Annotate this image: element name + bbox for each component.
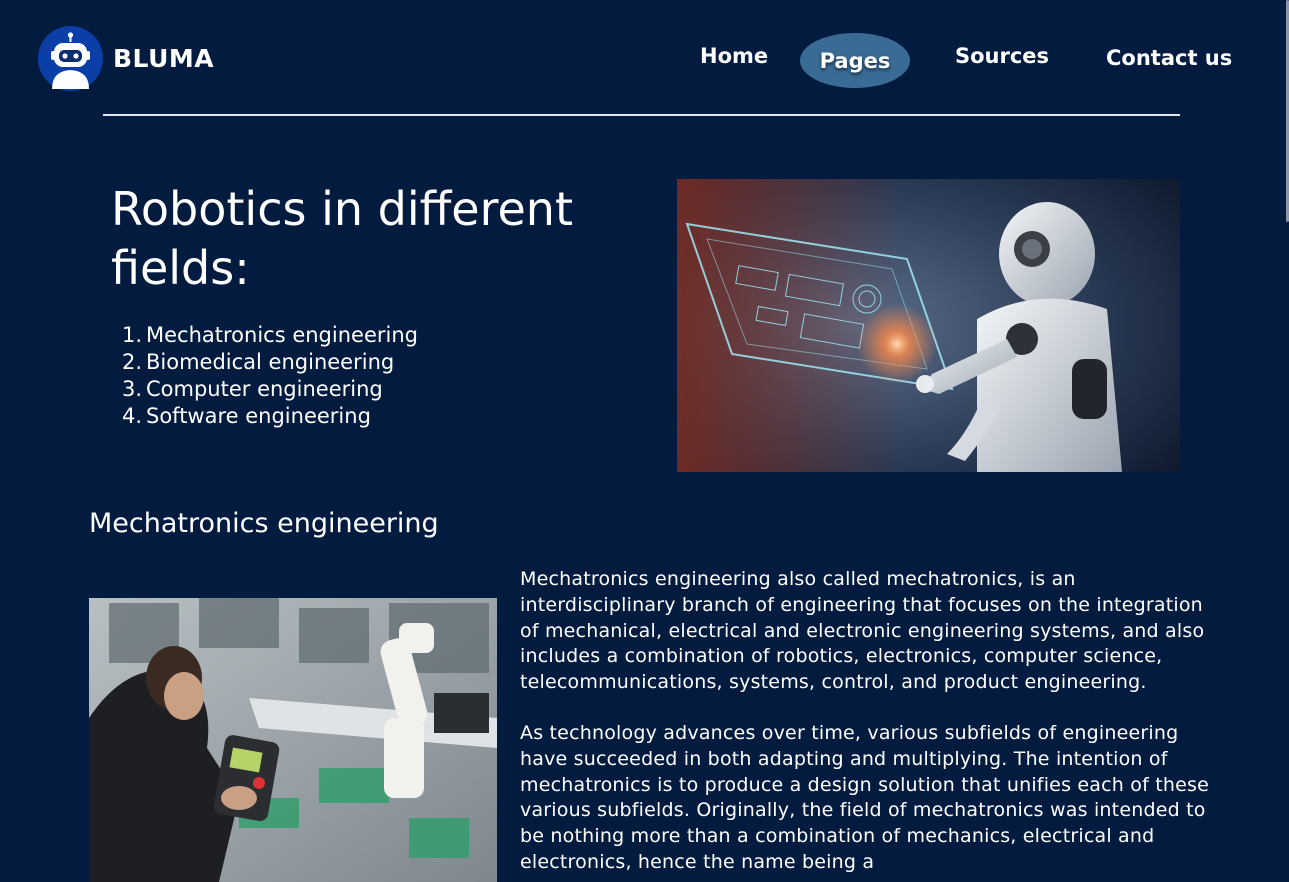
nav-contact-link[interactable]: Contact us	[1106, 46, 1232, 70]
nav-sources-link[interactable]: Sources	[955, 44, 1049, 68]
list-number: 3.	[122, 377, 143, 401]
list-number: 4.	[122, 404, 143, 428]
brand-name[interactable]: BLUMA	[113, 44, 214, 73]
nav-home-link[interactable]: Home	[700, 44, 768, 68]
hero-title: Robotics in different fields:	[111, 182, 573, 295]
list-item: 1. Mechatronics engineering	[122, 322, 418, 349]
nav-pages-link[interactable]: Pages	[800, 33, 910, 88]
list-item-label: Mechatronics engineering	[146, 323, 418, 347]
list-item: 2. Biomedical engineering	[122, 349, 418, 376]
robot-icon	[51, 32, 90, 89]
section-title: Mechatronics engineering	[89, 508, 439, 539]
list-item-label: Software engineering	[146, 404, 371, 428]
fields-list: 1. Mechatronics engineering 2. Biomedical …	[122, 322, 418, 430]
section-paragraph-1: Mechatronics engineering also called mec…	[520, 568, 1205, 694]
list-number: 2.	[122, 350, 143, 374]
hero-robot-image	[677, 179, 1180, 472]
list-item: 4. Software engineering	[122, 403, 418, 430]
list-item-label: Computer engineering	[146, 377, 383, 401]
logo[interactable]	[38, 26, 103, 91]
list-number: 1.	[122, 323, 143, 347]
section-paragraph-2: As technology advances over time, variou…	[520, 722, 1209, 873]
list-item: 3. Computer engineering	[122, 376, 418, 403]
mechatronics-lab-image	[89, 598, 497, 882]
nav-pages-label: Pages	[819, 48, 891, 73]
list-item-label: Biomedical engineering	[146, 350, 395, 374]
header-divider	[103, 114, 1180, 116]
